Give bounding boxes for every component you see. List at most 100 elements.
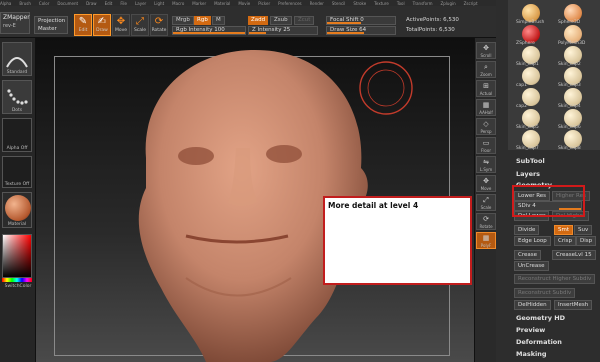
rotate-mode-button[interactable]: ⟳ Rotate <box>150 14 168 36</box>
subtool-label: cap2 <box>516 104 527 109</box>
persp-button[interactable]: ◇ Persp <box>476 118 496 135</box>
subtool-grid: SimpleBrush Sphere3D ZSphere PolyMesh3D Skin… <box>508 0 600 151</box>
reconstruct-higher-button[interactable]: Reconstruct Higher Subdiv <box>514 274 596 284</box>
aahalf-button[interactable]: ▦ AAHalf <box>476 99 496 116</box>
zmapper-button[interactable]: ZMapper rev-E <box>0 12 30 34</box>
floor-button[interactable]: ▭ Floor <box>476 137 496 154</box>
edit-icon: ✎ <box>78 16 88 27</box>
suv-toggle[interactable]: Suv <box>574 225 593 235</box>
edge-loop-button[interactable]: Edge Loop <box>514 236 551 246</box>
scale-mode-button[interactable]: ⤢ Scale <box>131 14 149 36</box>
move-button[interactable]: ✥ Move <box>476 175 496 192</box>
projection-master-button[interactable]: Projection Master <box>34 16 68 34</box>
subtool-label: Skin_cap3 <box>558 83 581 88</box>
l-sym-label: L.Sym <box>479 167 493 172</box>
smt-toggle[interactable]: Smt <box>554 225 574 235</box>
draw-icon: ✍ <box>97 16 107 27</box>
floor-label: Floor <box>481 148 491 153</box>
subtool-label: Skin_cap1 <box>516 62 539 67</box>
crease-button[interactable]: Crease <box>514 250 541 260</box>
alpha-off-label: Alpha Off <box>6 146 28 151</box>
zoom-label: Zoom <box>480 72 492 77</box>
uncrease-button[interactable]: UnCrease <box>514 261 549 271</box>
move-label: Move <box>480 186 492 191</box>
material-label: Material <box>7 222 27 227</box>
mrgb-button[interactable]: Mrgb <box>172 16 194 25</box>
material-thumb[interactable]: Material <box>2 192 32 228</box>
rotate-label: Rotate <box>479 224 493 229</box>
dots-stroke-label: Dots <box>11 108 23 113</box>
left-shelf: Standard Dots Alpha Off Texture Off Mate… <box>0 38 36 362</box>
color-picker[interactable] <box>2 234 32 278</box>
preview-section[interactable]: Preview <box>516 326 545 334</box>
standard-brush-label: Standard <box>6 70 28 75</box>
subtool-section[interactable]: SubTool <box>516 157 545 165</box>
resolution-highlight-box <box>512 185 585 217</box>
brush-standard-thumb[interactable]: Standard <box>2 42 32 76</box>
alpha-thumb[interactable]: Alpha Off <box>2 118 32 152</box>
dots-stroke-icon <box>7 89 28 105</box>
crease-level-slider[interactable]: CreaseLvl 15 <box>552 250 596 260</box>
layers-section[interactable]: Layers <box>516 170 540 178</box>
polyf-label: PolyF <box>480 243 492 248</box>
rgb-intensity-slider[interactable]: Rgb Intensity 100 <box>172 26 246 35</box>
switch-color-button[interactable]: SwitchColor <box>0 284 36 289</box>
subtool-label: Sphere3D <box>558 20 581 25</box>
l-sym-button[interactable]: ⇋ L.Sym <box>476 156 496 173</box>
edit-mode-button[interactable]: ✎ Edit <box>74 14 92 36</box>
draw-size-slider[interactable]: Draw Size 64 <box>326 26 396 35</box>
scroll-icon: ✥ <box>483 44 489 52</box>
move-icon: ✥ <box>483 177 489 185</box>
scale-button[interactable]: ⤢ Scale <box>476 194 496 211</box>
masking-section[interactable]: Masking <box>516 350 547 358</box>
rotate-button[interactable]: ⟳ Rotate <box>476 213 496 230</box>
z-intensity-fill <box>249 32 266 34</box>
draw-mode-button[interactable]: ✍ Draw <box>93 14 111 36</box>
reconstruct-subdiv-button[interactable]: Reconstruct Subdiv <box>514 288 576 298</box>
rotate-mode-label: Rotate <box>151 28 167 33</box>
focal-shift-slider[interactable]: Focal Shift 0 <box>326 16 396 25</box>
scroll-label: Scroll <box>480 53 492 58</box>
zoom-button[interactable]: ⌕ Zoom <box>476 61 496 78</box>
move-mode-button[interactable]: ✥ Move <box>112 14 130 36</box>
zoom-icon: ⌕ <box>484 63 488 71</box>
right-eye-socket <box>266 145 302 163</box>
scale-label: Scale <box>480 205 492 210</box>
zadd-button[interactable]: Zadd <box>248 16 269 25</box>
texture-off-label: Texture Off <box>4 182 30 187</box>
disp-button[interactable]: Disp <box>576 236 597 246</box>
annotation-note: More detail at level 4 <box>323 196 472 285</box>
rgb-button[interactable]: Rgb <box>194 16 211 25</box>
rgb-intensity-fill <box>173 32 245 34</box>
subtool-label: Skin_cap7 <box>516 146 539 151</box>
geometry-hd-section[interactable]: Geometry HD <box>516 314 565 322</box>
polyf-icon: ▦ <box>482 234 490 242</box>
insert-mesh-button[interactable]: InsertMesh <box>554 300 593 310</box>
z-intensity-slider[interactable]: Z Intensity 25 <box>248 26 318 35</box>
scroll-button[interactable]: ✥ Scroll <box>476 42 496 59</box>
persp-icon: ◇ <box>483 120 489 128</box>
actual-button[interactable]: ⊞ Actual <box>476 80 496 97</box>
subtool-label: Skin_cap2 <box>558 62 581 67</box>
m-button[interactable]: M <box>212 16 225 25</box>
rotate-icon: ⟳ <box>154 16 164 27</box>
deformation-section[interactable]: Deformation <box>516 338 562 346</box>
scale-icon: ⤢ <box>483 196 489 204</box>
scale-mode-label: Scale <box>133 28 147 33</box>
delhidden-button[interactable]: DelHidden <box>514 300 551 310</box>
move-icon: ✥ <box>116 16 126 27</box>
divide-button[interactable]: Divide <box>514 225 540 235</box>
zmapper-version: rev-E <box>3 23 16 29</box>
hue-strip[interactable] <box>2 278 32 282</box>
material-sphere-icon <box>5 195 31 221</box>
edit-mode-label: Edit <box>78 28 88 33</box>
polyf-button[interactable]: ▦ PolyF <box>476 232 496 249</box>
crisp-button[interactable]: Crisp <box>554 236 576 246</box>
zsub-button[interactable]: Zsub <box>270 16 292 25</box>
draw-mode-label: Draw <box>96 28 108 33</box>
stroke-dots-thumb[interactable]: Dots <box>2 80 32 114</box>
right-shelf: ✥ Scroll ⌕ Zoom ⊞ Actual ▦ AAHalf ◇ Persp ▭ Floor ⇋ L… <box>474 38 496 362</box>
zcut-button[interactable]: Zcut <box>294 16 315 25</box>
persp-label: Persp <box>480 129 492 134</box>
texture-thumb[interactable]: Texture Off <box>2 156 32 188</box>
